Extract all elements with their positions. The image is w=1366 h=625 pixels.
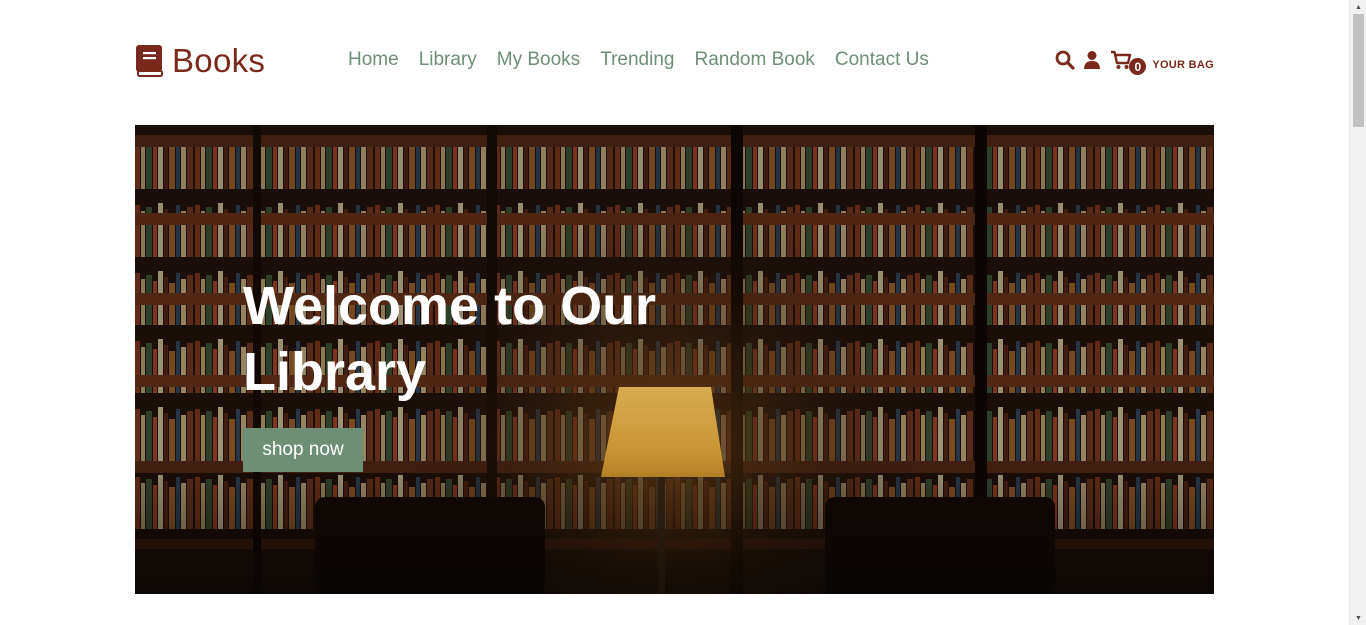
cart-count-badge: 0 [1129, 58, 1147, 75]
hero-title: Welcome to Our Library [243, 276, 657, 402]
brand-logo[interactable]: Books [135, 42, 265, 80]
main-nav: Home Library My Books Trending Random Bo… [348, 49, 929, 71]
scroll-down-arrow-icon[interactable]: ▼ [1350, 611, 1366, 625]
search-icon[interactable] [1055, 50, 1075, 70]
site-header: Books Home Library My Books Trending Ran… [135, 36, 1214, 84]
nav-trending[interactable]: Trending [600, 49, 674, 71]
scroll-thumb[interactable] [1353, 14, 1364, 127]
brand-name: Books [172, 42, 266, 79]
header-actions: 0 YOUR BAG [1048, 49, 1214, 75]
hero-banner: Welcome to Our Library shop now [135, 125, 1214, 594]
scroll-up-arrow-icon[interactable]: ▲ [1350, 0, 1366, 14]
nav-contact-us[interactable]: Contact Us [835, 49, 929, 71]
nav-my-books[interactable]: My Books [497, 49, 580, 71]
shop-now-button[interactable]: shop now [243, 428, 363, 472]
page-scrollbar[interactable]: ▲ ▼ [1349, 0, 1366, 625]
nav-random-book[interactable]: Random Book [694, 49, 814, 71]
bag-label: YOUR BAG [1152, 59, 1214, 71]
cart-button[interactable]: 0 YOUR BAG [1110, 49, 1214, 75]
nav-library[interactable]: Library [419, 49, 477, 71]
user-icon[interactable] [1082, 50, 1102, 70]
book-icon [136, 45, 163, 77]
nav-home[interactable]: Home [348, 49, 399, 71]
